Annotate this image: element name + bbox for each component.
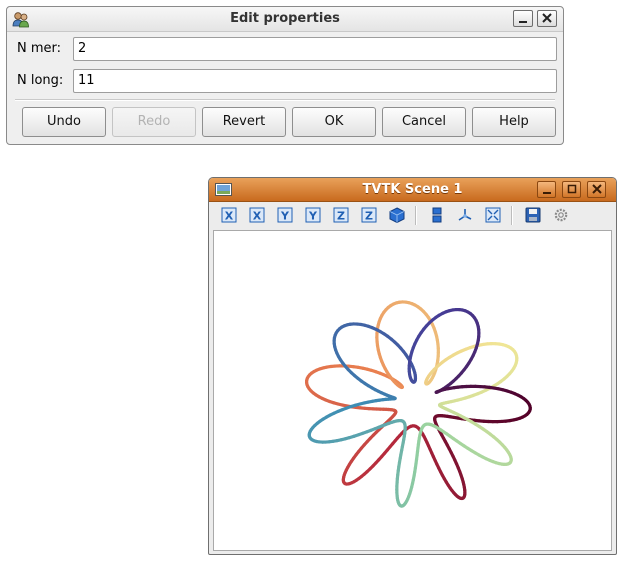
redo-button[interactable]: Redo xyxy=(112,107,196,137)
view-plus-y-icon[interactable]: Y xyxy=(305,207,321,223)
isometric-view-icon[interactable] xyxy=(389,207,405,223)
svg-text:X: X xyxy=(225,210,234,223)
close-icon xyxy=(542,13,552,23)
close-button[interactable] xyxy=(537,10,557,27)
n-mer-label: N mer: xyxy=(17,41,62,56)
svg-text:Y: Y xyxy=(280,210,290,223)
svg-text:Y: Y xyxy=(308,210,318,223)
scene-close-button[interactable] xyxy=(587,181,606,198)
svg-text:Z: Z xyxy=(337,210,345,223)
cancel-button[interactable]: Cancel xyxy=(382,107,466,137)
full-screen-icon[interactable] xyxy=(485,207,501,223)
knot-tube-segment xyxy=(526,400,531,406)
scene-minimize-button[interactable] xyxy=(537,181,556,198)
scene-maximize-button[interactable] xyxy=(562,181,581,198)
edit-properties-dialog: Edit properties N mer: 2 N long: 11 Undo… xyxy=(6,6,564,145)
help-button[interactable]: Help xyxy=(472,107,556,137)
n-mer-field[interactable]: 2 xyxy=(73,37,557,61)
dialog-titlebar[interactable]: Edit properties xyxy=(7,7,563,32)
torus-knot-plot[interactable] xyxy=(214,231,611,550)
n-long-field[interactable]: 11 xyxy=(73,69,557,93)
svg-text:Z: Z xyxy=(365,210,373,223)
button-separator xyxy=(15,99,555,101)
n-long-label: N long: xyxy=(17,73,64,88)
configure-icon[interactable] xyxy=(553,207,569,223)
minimize-icon xyxy=(519,21,527,23)
view-minus-y-icon[interactable]: Y xyxy=(277,207,293,223)
svg-text:X: X xyxy=(253,210,262,223)
render-viewport[interactable] xyxy=(213,230,612,551)
view-minus-x-icon[interactable]: X xyxy=(221,207,237,223)
dialog-title: Edit properties xyxy=(230,11,340,26)
close-icon xyxy=(592,184,602,194)
minimize-button[interactable] xyxy=(513,10,533,27)
view-plus-x-icon[interactable]: X xyxy=(249,207,265,223)
scene-titlebar[interactable]: TVTK Scene 1 xyxy=(209,178,616,202)
revert-button[interactable]: Revert xyxy=(202,107,286,137)
scene-toolbar: X X Y Y Z Z xyxy=(213,203,612,229)
tvtk-scene-window: TVTK Scene 1 X X Y Y Z Z xyxy=(208,177,617,555)
undo-button[interactable]: Undo xyxy=(22,107,106,137)
view-minus-z-icon[interactable]: Z xyxy=(333,207,349,223)
toolbar-separator xyxy=(415,206,417,225)
maximize-icon xyxy=(567,184,577,194)
toolbar-separator xyxy=(511,206,513,225)
parallel-projection-icon[interactable] xyxy=(429,207,445,223)
ok-button[interactable]: OK xyxy=(292,107,376,137)
minimize-icon xyxy=(543,192,551,194)
axes-toggle-icon[interactable] xyxy=(457,207,473,223)
save-icon[interactable] xyxy=(525,207,541,223)
view-plus-z-icon[interactable]: Z xyxy=(361,207,377,223)
